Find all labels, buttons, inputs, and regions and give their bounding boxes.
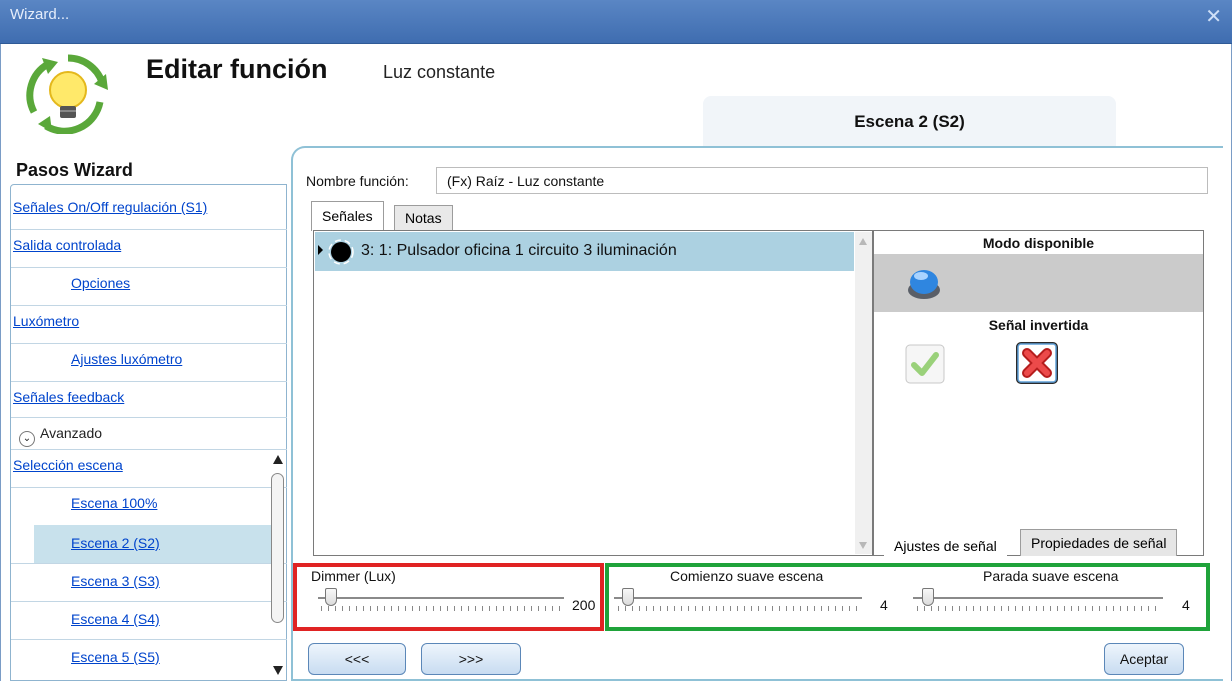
window-titlebar: Wizard... ✕ [0, 0, 1232, 44]
blue-pushbutton-icon[interactable] [904, 260, 944, 304]
function-name-input[interactable]: (Fx) Raíz - Luz constante [436, 167, 1208, 194]
divider [11, 417, 287, 418]
scrollbar-thumb[interactable] [271, 473, 284, 623]
back-button[interactable]: <<< [308, 643, 406, 675]
lightbulb-recycle-icon [26, 54, 108, 134]
divider [11, 487, 287, 488]
row-pointer-icon [318, 245, 323, 255]
divider [11, 449, 287, 450]
scroll-up-icon[interactable] [855, 235, 872, 249]
dimmer-value: 200 [572, 597, 596, 613]
soft-stop-track [913, 597, 1163, 599]
divider [11, 305, 287, 306]
step-luxmeter[interactable]: Luxómetro [13, 313, 79, 329]
step-scene-3[interactable]: Escena 3 (S3) [71, 573, 160, 589]
soft-start-value: 4 [880, 597, 888, 613]
page-title: Editar función [146, 54, 328, 84]
mode-heading: Modo disponible [982, 235, 1095, 251]
close-icon[interactable]: ✕ [1205, 4, 1222, 29]
divider [11, 601, 287, 602]
step-scene-selection[interactable]: Selección escena [13, 457, 123, 473]
tab-notes[interactable]: Notas [394, 205, 453, 231]
tab-signal-properties[interactable]: Propiedades de señal [1020, 529, 1178, 556]
step-feedback-signals[interactable]: Señales feedback [13, 389, 124, 405]
step-scene-5[interactable]: Escena 5 (S5) [71, 649, 160, 665]
soft-start-label: Comienzo suave escena [670, 568, 824, 584]
soft-start-slider-thumb[interactable] [622, 588, 634, 606]
divider [11, 563, 287, 564]
inverted-heading: Señal invertida [988, 317, 1089, 333]
signal-settings-panel: Modo disponible Señal invertida Ajustes … [873, 230, 1204, 559]
soft-stop-label: Parada suave escena [983, 568, 1119, 584]
mode-band [874, 254, 1203, 312]
scroll-up-icon[interactable] [270, 453, 286, 467]
wizard-steps-heading: Pasos Wizard [16, 160, 133, 180]
step-scene-4[interactable]: Escena 4 (S4) [71, 611, 160, 627]
divider [11, 639, 287, 640]
accept-button[interactable]: Aceptar [1104, 643, 1184, 675]
soft-stop-slider-thumb[interactable] [922, 588, 934, 606]
wizard-steps-panel: Señales On/Off regulación (S1) Salida co… [10, 184, 287, 681]
function-name-label: Nombre función: [306, 173, 409, 189]
step-scene-2[interactable]: Escena 2 (S2) [71, 535, 160, 551]
signals-list: 3: 1: Pulsador oficina 1 circuito 3 ilum… [313, 230, 873, 556]
window-title: Wizard... [10, 6, 70, 23]
advanced-label: Avanzado [40, 425, 103, 441]
scene-tab: Escena 2 (S2) [703, 96, 1116, 148]
cross-icon[interactable] [1015, 341, 1059, 385]
function-type: Luz constante [383, 62, 496, 82]
list-item[interactable]: 3: 1: Pulsador oficina 1 circuito 3 ilum… [315, 232, 854, 271]
scroll-down-icon[interactable] [270, 663, 286, 677]
tab-signals[interactable]: Señales [311, 201, 384, 231]
list-scrollbar[interactable] [855, 232, 872, 554]
signal-label: 3: 1: Pulsador oficina 1 circuito 3 ilum… [361, 242, 677, 259]
soft-stop-ticks [917, 606, 1161, 611]
dimmer-label: Dimmer (Lux) [311, 568, 396, 584]
sidebar-scrollbar[interactable] [270, 449, 286, 679]
divider [11, 267, 287, 268]
dimmer-track [318, 597, 564, 599]
soft-start-track [614, 597, 862, 599]
chevron-down-icon: ⌄ [19, 431, 35, 447]
scroll-down-icon[interactable] [855, 538, 872, 552]
dimmer-ticks [321, 606, 563, 611]
divider [11, 343, 287, 344]
step-controlled-output[interactable]: Salida controlada [13, 237, 121, 253]
dimmer-slider-thumb[interactable] [325, 588, 337, 606]
soft-start-ticks [618, 606, 860, 611]
step-options[interactable]: Opciones [71, 275, 130, 291]
divider [11, 381, 287, 382]
divider [11, 229, 287, 230]
tab-signal-settings[interactable]: Ajustes de señal [884, 533, 1007, 559]
step-on-off-signals[interactable]: Señales On/Off regulación (S1) [13, 199, 207, 215]
soft-stop-value: 4 [1182, 597, 1190, 613]
pushbutton-icon [328, 239, 354, 265]
next-button[interactable]: >>> [421, 643, 521, 675]
step-luxmeter-settings[interactable]: Ajustes luxómetro [71, 351, 182, 367]
checkmark-icon[interactable] [905, 344, 945, 384]
advanced-toggle[interactable]: ⌄ Avanzado [19, 425, 102, 447]
step-scene-100[interactable]: Escena 100% [71, 495, 157, 511]
